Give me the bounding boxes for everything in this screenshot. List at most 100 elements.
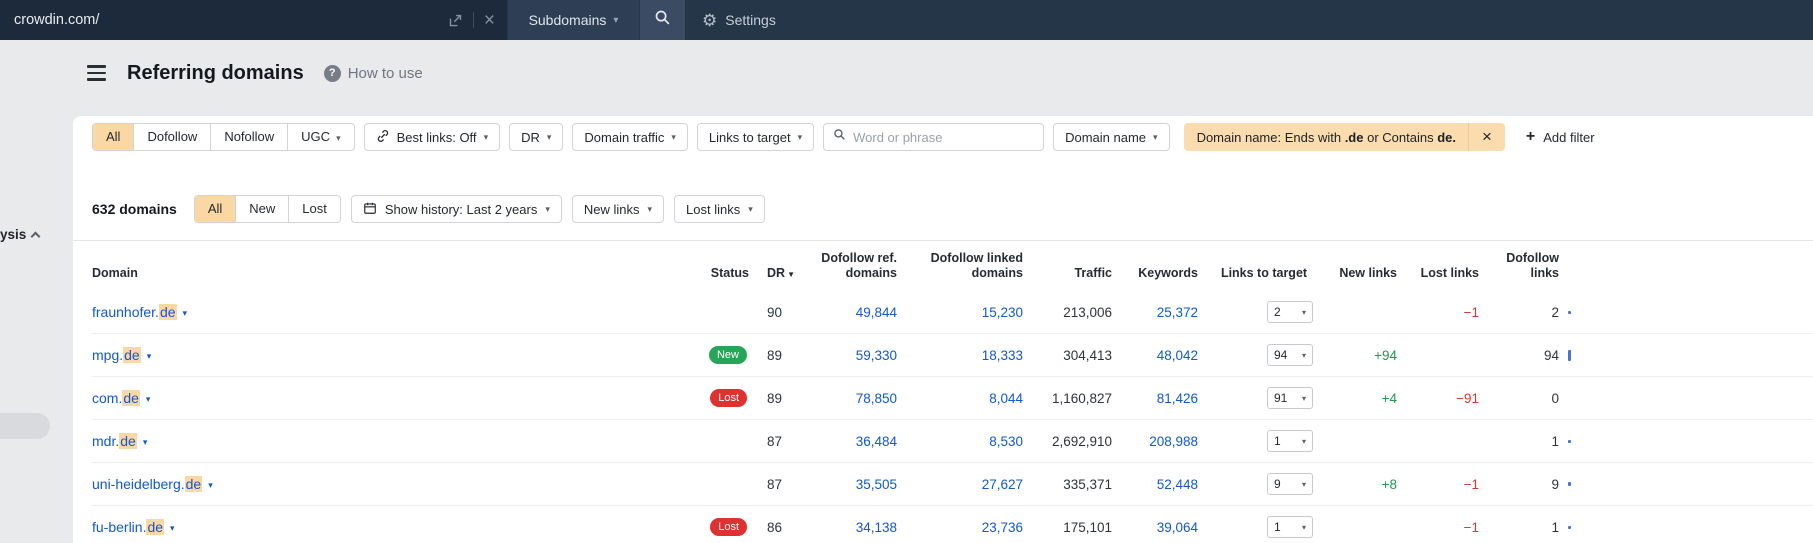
word-or-phrase-search[interactable] [823, 123, 1045, 151]
settings-button[interactable]: ⚙ Settings [702, 0, 776, 40]
status-segment-all[interactable]: All [194, 196, 236, 222]
dofollow-ref-domains-cell[interactable]: 36,484 [795, 434, 897, 449]
dofollow-linked-domains-cell[interactable]: 8,530 [897, 434, 1023, 449]
dofollow-links-cell: 1 [1551, 433, 1559, 449]
domain-name-filter-button[interactable]: Domain name ▾ [1053, 123, 1170, 151]
sidebar-cut-section-label[interactable]: ysis [0, 227, 41, 242]
ugc-label: UGC [301, 129, 331, 144]
column-header-lost-links[interactable]: Lost links [1397, 266, 1479, 282]
links-to-target-filter-button[interactable]: Links to target ▾ [696, 123, 815, 151]
traffic-cell: 304,413 [1063, 347, 1112, 363]
keywords-cell[interactable]: 52,448 [1112, 477, 1198, 492]
domain-link[interactable]: mpg.de [92, 347, 141, 363]
lost-links-dropdown[interactable]: Lost links ▾ [674, 195, 765, 223]
dofollow-linked-domains-cell[interactable]: 23,736 [897, 520, 1023, 535]
keywords-cell[interactable]: 39,064 [1112, 520, 1198, 535]
search-submit-button[interactable] [640, 0, 685, 40]
dofollow-ref-domains-cell[interactable]: 59,330 [795, 348, 897, 363]
dofollow-ref-domains-cell[interactable]: 78,850 [795, 391, 897, 406]
domain-link[interactable]: fraunhofer.de [92, 304, 177, 320]
mode-selector-dropdown[interactable]: Subdomains ▾ [508, 0, 639, 40]
domain-link[interactable]: mdr.de [92, 433, 137, 449]
traffic-cell: 335,371 [1063, 476, 1112, 492]
dofollow-links-cell: 1 [1551, 519, 1559, 535]
domain-caret-down-icon[interactable]: ▾ [147, 351, 152, 362]
column-header-traffic[interactable]: Traffic [1023, 266, 1112, 282]
column-header-links-to-target[interactable]: Links to target [1198, 266, 1330, 282]
links-to-target-select[interactable]: 1 ▾ [1267, 430, 1313, 452]
links-to-target-select[interactable]: 1 ▾ [1267, 516, 1313, 538]
lost-links-cell: −91 [1456, 390, 1479, 406]
filter-segment-dofollow[interactable]: Dofollow [133, 124, 210, 150]
clear-url-icon[interactable]: × [484, 11, 495, 30]
domain-link[interactable]: fu-berlin.de [92, 519, 165, 535]
domain-caret-down-icon[interactable]: ▾ [170, 523, 175, 534]
icon-divider [472, 12, 474, 28]
dofollow-linked-domains-cell[interactable]: 15,230 [897, 305, 1023, 320]
spark-bar [1568, 525, 1571, 529]
column-header-dofollow-linked-domains[interactable]: Dofollow linked domains [897, 251, 1023, 282]
domain-caret-down-icon[interactable]: ▾ [183, 308, 188, 319]
column-header-new-links[interactable]: New links [1330, 266, 1397, 282]
sidebar-cut-selected-item[interactable] [0, 413, 50, 439]
domain-traffic-filter-button[interactable]: Domain traffic ▾ [572, 123, 688, 151]
links-to-target-select[interactable]: 2 ▾ [1267, 301, 1313, 323]
filter-segment-nofollow[interactable]: Nofollow [210, 124, 287, 150]
column-header-keywords[interactable]: Keywords [1112, 266, 1198, 282]
add-filter-button[interactable]: + Add filter [1526, 129, 1595, 145]
chevron-down-icon: ▾ [671, 132, 676, 142]
chevron-down-icon: ▾ [1301, 522, 1306, 532]
remove-filter-icon[interactable]: × [1467, 123, 1505, 151]
status-badge: Lost [710, 518, 747, 536]
hamburger-menu-icon[interactable] [87, 65, 106, 81]
domain-link[interactable]: com.de [92, 390, 140, 406]
filter-segment-all[interactable]: All [93, 124, 134, 150]
external-link-icon[interactable] [448, 13, 463, 28]
dofollow-ref-domains-cell[interactable]: 34,138 [795, 520, 897, 535]
show-history-dropdown[interactable]: Show history: Last 2 years ▾ [350, 195, 562, 223]
best-links-filter-button[interactable]: Best links: Off ▾ [363, 123, 501, 151]
keywords-cell[interactable]: 48,042 [1112, 348, 1198, 363]
status-segment-lost[interactable]: Lost [288, 196, 340, 222]
status-segmented-control: All New Lost [193, 195, 341, 223]
dofollow-ref-domains-cell[interactable]: 49,844 [795, 305, 897, 320]
dofollow-linked-domains-cell[interactable]: 18,333 [897, 348, 1023, 363]
target-url-input[interactable]: crowdin.com/ × [0, 0, 507, 40]
settings-label: Settings [725, 12, 776, 28]
lost-links-cell: −1 [1463, 519, 1479, 535]
column-header-dr[interactable]: DR ▼ [755, 266, 795, 282]
dofollow-linked-domains-cell[interactable]: 27,627 [897, 477, 1023, 492]
links-to-target-select[interactable]: 91 ▾ [1267, 387, 1313, 409]
new-links-cell: +94 [1374, 347, 1397, 363]
filter-segment-ugc[interactable]: UGC ▾ [287, 124, 353, 150]
spark-cell [1559, 310, 1599, 314]
how-to-use-link[interactable]: ? How to use [323, 64, 423, 82]
column-header-status[interactable]: Status [632, 266, 755, 282]
keywords-cell[interactable]: 81,426 [1112, 391, 1198, 406]
highlighted-match: de [119, 433, 137, 449]
column-header-domain[interactable]: Domain [92, 266, 632, 282]
keywords-cell[interactable]: 25,372 [1112, 305, 1198, 320]
dofollow-ref-domains-cell[interactable]: 35,505 [795, 477, 897, 492]
new-links-dropdown[interactable]: New links ▾ [571, 195, 665, 223]
column-header-dofollow-ref-domains[interactable]: Dofollow ref. domains [795, 251, 897, 282]
links-to-target-select[interactable]: 94 ▾ [1267, 344, 1313, 366]
domain-caret-down-icon[interactable]: ▾ [146, 394, 151, 405]
keywords-cell[interactable]: 208,988 [1112, 434, 1198, 449]
links-to-target-select[interactable]: 9 ▾ [1267, 473, 1313, 495]
domain-caret-down-icon[interactable]: ▾ [208, 480, 213, 491]
status-segment-new[interactable]: New [235, 196, 288, 222]
dofollow-linked-domains-cell[interactable]: 8,044 [897, 391, 1023, 406]
active-filter-chip[interactable]: Domain name: Ends with .de or Contains d… [1183, 123, 1505, 151]
dr-filter-button[interactable]: DR ▾ [509, 123, 564, 151]
table-row: uni-heidelberg.de ▾ 87 35,505 27,627 335… [92, 463, 1813, 506]
content-panel: All Dofollow Nofollow UGC ▾ Best links: … [73, 116, 1813, 543]
domain-cell: fraunhofer.de ▾ [92, 304, 632, 320]
domain-caret-down-icon[interactable]: ▾ [143, 437, 148, 448]
search-input[interactable] [853, 129, 1035, 145]
column-header-dofollow-links[interactable]: Dofollow links [1479, 251, 1559, 282]
calendar-icon [363, 201, 377, 218]
page-header: Referring domains ? How to use [87, 55, 423, 91]
results-count: 632 domains [92, 201, 177, 217]
domain-link[interactable]: uni-heidelberg.de [92, 476, 203, 492]
